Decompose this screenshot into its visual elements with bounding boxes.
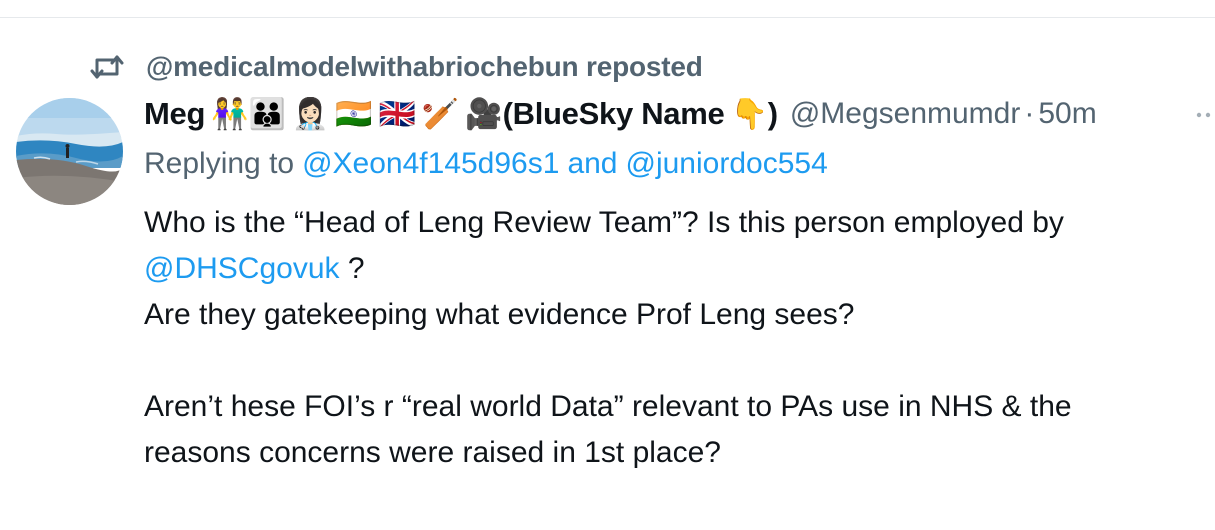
tweet-line-2: @DHSCgovuk ? xyxy=(144,246,1204,292)
reply-and: and xyxy=(567,147,618,180)
health-worker-emoji: 👩🏻‍⚕️ xyxy=(291,96,330,132)
repost-icon xyxy=(90,52,126,82)
tweet-line-5: reasons concerns were raised in 1st plac… xyxy=(144,436,721,469)
mention-link[interactable]: @DHSCgovuk xyxy=(144,252,340,285)
tweet-line-4: Aren’t hese FOI’s r “real world Data” re… xyxy=(144,390,1072,423)
tweet-line-1: Who is the “Head of Leng Review Team”? I… xyxy=(144,206,1064,239)
user-handle[interactable]: @Megsenmumdr xyxy=(790,97,1021,131)
timestamp[interactable]: 50m xyxy=(1038,97,1096,131)
tweet-line-3: Are they gatekeeping what evidence Prof … xyxy=(144,298,855,331)
movie-camera-emoji: 🎥 xyxy=(465,96,503,132)
reply-user-link-1[interactable]: @Xeon4f145d96s1 xyxy=(302,147,559,181)
repost-context[interactable]: @medicalmodelwithabriochebun reposted xyxy=(90,50,703,84)
reply-user-link-2[interactable]: @juniordoc554 xyxy=(626,147,828,181)
name-close-paren: ) xyxy=(767,96,778,131)
tweet-header: Meg 👫👪 👩🏻‍⚕️ 🇮🇳 🇬🇧 🏏 🎥 (BlueSky Name 👇 )… xyxy=(144,92,1097,136)
replying-prefix: Replying to xyxy=(144,147,295,180)
bluesky-name-label: (BlueSky Name xyxy=(502,96,725,131)
replying-to: Replying to @Xeon4f145d96s1 and @juniord… xyxy=(144,142,828,186)
family-emoji: 👫👪 xyxy=(211,96,286,132)
display-name[interactable]: Meg xyxy=(144,96,205,132)
tweet-text: Who is the “Head of Leng Review Team”? I… xyxy=(144,200,1204,476)
separator-dot: · xyxy=(1024,97,1035,130)
pointing-down-emoji: 👇 xyxy=(730,96,768,132)
cricket-emoji: 🏏 xyxy=(421,96,460,132)
tweet-line-2-tail: ? xyxy=(339,252,365,285)
avatar[interactable] xyxy=(16,98,123,205)
more-options-icon[interactable] xyxy=(1196,108,1215,120)
uk-flag-emoji: 🇬🇧 xyxy=(378,96,416,132)
india-flag-emoji: 🇮🇳 xyxy=(335,96,373,132)
top-divider xyxy=(0,17,1215,18)
avatar-beach-photo xyxy=(16,98,123,205)
repost-label: @medicalmodelwithabriochebun reposted xyxy=(146,51,703,82)
